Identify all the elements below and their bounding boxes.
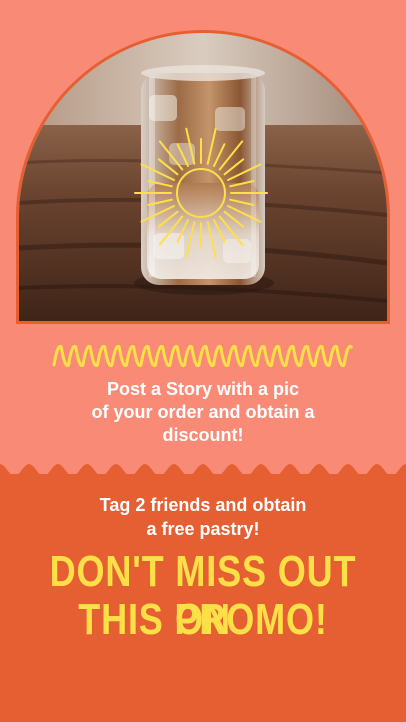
- promo-headline-line-2: THIS PROMO!: [78, 595, 328, 644]
- promo-instruction-line-2: of your order and obtain a: [91, 402, 315, 422]
- promo-tag-line-2: a free pastry!: [146, 519, 260, 539]
- promo-instruction-line-1: Post a Story with a pic: [106, 379, 300, 399]
- promo-tag-line-1: Tag 2 friends and obtain: [99, 495, 307, 515]
- zigzag-divider: [52, 344, 353, 368]
- wave-divider: [0, 464, 406, 482]
- coffee-photo: [16, 30, 390, 324]
- promo-instruction-line-3: discount!: [162, 425, 244, 445]
